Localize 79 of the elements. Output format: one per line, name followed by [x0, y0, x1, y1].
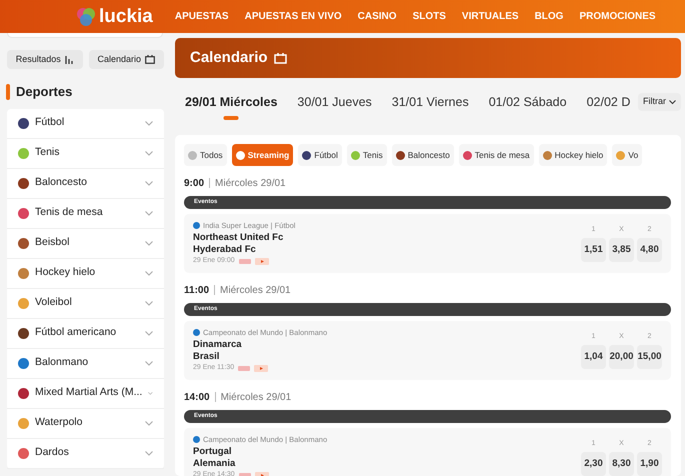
section-accent	[6, 84, 10, 100]
chevron-down-icon	[145, 300, 153, 306]
sport-icon	[193, 222, 200, 230]
odds-button[interactable]: 1,51	[581, 238, 606, 262]
sport-filter-chip[interactable]: Tenis de mesa	[458, 144, 534, 166]
filter-button[interactable]: Filtrar	[638, 93, 681, 111]
chevron-down-icon	[145, 360, 153, 366]
play-badge-icon	[254, 258, 269, 266]
sport-icon	[193, 329, 200, 336]
sport-list-item[interactable]: Tenis de mesa	[7, 198, 164, 228]
calendar-icon	[274, 52, 287, 64]
odds-button[interactable]: 2,30	[581, 452, 606, 476]
sport-list-item[interactable]: Balonmano	[7, 348, 164, 378]
sidebar-button[interactable]: Calendario	[88, 50, 164, 69]
live-badge-icon	[238, 366, 250, 372]
odds-button[interactable]: 20,00	[609, 345, 634, 370]
logo-icon	[76, 6, 96, 26]
chevron-down-icon	[145, 120, 153, 126]
sport-list-item[interactable]: Fútbol	[7, 108, 164, 138]
chevron-down-icon	[145, 270, 153, 276]
date-tab[interactable]: 02/02 D	[586, 93, 630, 120]
sport-list-item[interactable]: Mixed Martial Arts (M...	[7, 378, 164, 408]
chevron-down-icon	[145, 420, 153, 426]
chevron-down-icon	[669, 100, 676, 104]
sport-filter-chip[interactable]: Baloncesto	[392, 144, 454, 166]
sport-list-item[interactable]: Dardos	[7, 438, 164, 468]
chevron-down-icon	[145, 330, 153, 336]
team-name: Hyderabad Fc	[193, 244, 257, 256]
sport-list-item[interactable]: Beisbol	[7, 228, 164, 258]
sport-filter-chip[interactable]: Tenis	[346, 144, 387, 166]
team-name: Portugal	[193, 446, 233, 458]
date-tab[interactable]: 31/01 Viernes	[392, 93, 469, 120]
date-tab[interactable]: 29/01 Miércoles	[185, 93, 278, 120]
team-name: Northeast United Fc	[193, 232, 284, 244]
sport-list-item[interactable]: Waterpolo	[7, 408, 164, 438]
team-name: Dinamarca	[193, 339, 243, 352]
section-title: Deportes	[16, 83, 72, 101]
sport-list-item[interactable]: Tenis	[7, 138, 164, 168]
sport-filter-chip[interactable]: Vo	[612, 144, 642, 166]
play-badge-icon	[254, 365, 268, 372]
chevron-down-icon	[145, 150, 153, 156]
calendar-icon	[145, 55, 156, 64]
time-label: 14:00	[184, 390, 210, 404]
sport-icon	[193, 436, 200, 444]
team-name: Brasil	[193, 351, 220, 364]
bar-chart-icon	[64, 55, 74, 64]
odds-button[interactable]: 1,04	[581, 345, 606, 370]
selected-underline	[224, 116, 239, 120]
chevron-down-icon	[145, 210, 153, 216]
chevron-down-icon	[145, 180, 153, 186]
chevron-down-icon	[145, 450, 153, 456]
sport-filter-chip[interactable]: Hockey hielo	[538, 144, 608, 166]
odds-button[interactable]: 3,85	[609, 238, 634, 262]
odds-button[interactable]: 4,80	[637, 238, 662, 262]
time-label: 9:00	[184, 176, 204, 190]
live-badge-icon	[238, 259, 251, 264]
chevron-down-icon	[148, 390, 153, 396]
sport-list-item[interactable]: Voleibol	[7, 288, 164, 318]
date-label: Miércoles 29/01	[220, 284, 291, 298]
sport-list-item[interactable]: Baloncesto	[7, 168, 164, 198]
odds-button[interactable]: 1,90	[637, 452, 662, 476]
odds-button[interactable]: 15,00	[637, 345, 662, 370]
sport-filter-chip[interactable]: Todos	[184, 144, 227, 166]
date-label: Miércoles 29/01	[215, 176, 286, 190]
logo-text[interactable]: luckia	[99, 7, 153, 26]
sport-filter-chip[interactable]: Fútbol	[298, 144, 342, 166]
nav-link[interactable]: APUESTAS	[174, 9, 229, 24]
date-label: Miércoles 29/01	[220, 390, 292, 404]
nav-link[interactable]: APUESTAS EN VIVO	[244, 9, 342, 24]
date-tab[interactable]: 30/01 Jueves	[297, 93, 372, 120]
sport-list-item[interactable]: Fútbol americano	[7, 318, 164, 348]
time-label: 11:00	[184, 284, 210, 298]
sport-list-item[interactable]: Hockey hielo	[7, 258, 164, 288]
banner-title: Calendario	[190, 48, 268, 68]
date-tab[interactable]: 01/02 Sábado	[488, 93, 567, 120]
odds-button[interactable]: 8,30	[609, 452, 634, 476]
sidebar-button[interactable]: Resultados	[7, 50, 82, 69]
chevron-down-icon	[145, 240, 153, 246]
team-name: Alemania	[193, 458, 236, 470]
